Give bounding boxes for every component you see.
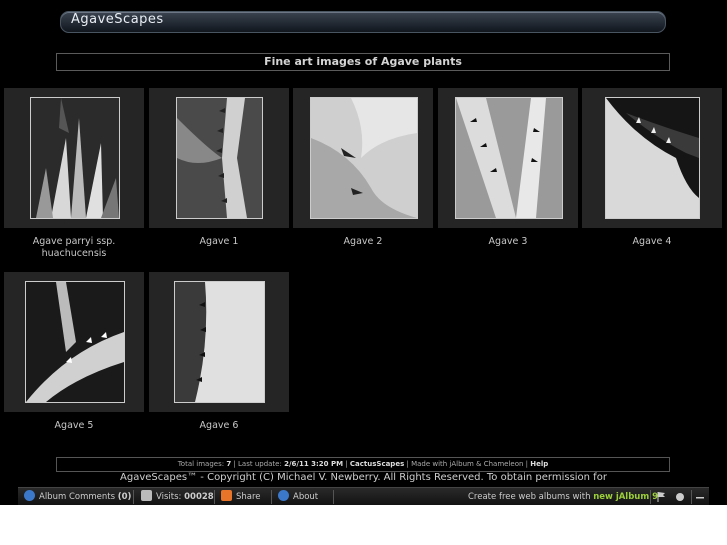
- thumbnail-image: [455, 97, 563, 219]
- thumbnail-image: [176, 97, 263, 219]
- stats-total-value: 7: [226, 460, 232, 468]
- thumbnail-image: [30, 97, 120, 219]
- comment-icon: [24, 490, 35, 501]
- flag-icon[interactable]: [656, 488, 668, 506]
- comments-label: Album Comments: [39, 492, 116, 502]
- stats-made-with[interactable]: Made with jAlbum & Chameleon: [411, 460, 523, 468]
- copyright-text: AgaveScapes™ - Copyright (C) Michael V. …: [120, 472, 607, 483]
- gallery-caption[interactable]: Agave 5: [4, 420, 144, 432]
- bottom-toolbar: Album Comments (0) Visits: 00028 Share A…: [18, 487, 709, 506]
- comments-count: (0): [117, 492, 132, 502]
- gallery-caption[interactable]: Agave 4: [582, 236, 722, 248]
- gallery-thumb-agave-5[interactable]: [4, 272, 144, 412]
- page-subtitle: Fine art images of Agave plants: [56, 53, 670, 71]
- share-label: Share: [236, 492, 261, 502]
- gallery-thumb-agave-6[interactable]: [149, 272, 289, 412]
- gallery-caption[interactable]: Agave 2: [293, 236, 433, 248]
- promo-text: Create free web albums with: [468, 492, 591, 502]
- share-icon: [221, 490, 232, 501]
- gallery-caption[interactable]: Agave 3: [438, 236, 578, 248]
- stats-help-link[interactable]: Help: [530, 460, 548, 468]
- gallery-caption[interactable]: Agave 6: [149, 420, 289, 432]
- gallery-thumb-agave-2[interactable]: [293, 88, 433, 228]
- gallery-caption[interactable]: Agave parryi ssp. huachucensis: [4, 236, 144, 260]
- stats-total-label: Total images:: [177, 460, 225, 468]
- site-title[interactable]: AgaveScapes: [71, 12, 164, 28]
- album-comments-button[interactable]: Album Comments (0): [24, 488, 131, 506]
- gallery-thumb-agave-3[interactable]: [438, 88, 578, 228]
- about-button[interactable]: About: [278, 488, 318, 506]
- jalbum-promo[interactable]: Create free web albums with new jAlbum 9: [468, 488, 658, 506]
- gallery-thumb-agave-4[interactable]: [582, 88, 722, 228]
- minimize-icon[interactable]: [695, 488, 707, 506]
- gallery-thumb-agave-1[interactable]: [149, 88, 289, 228]
- gallery-thumb-agave-parryi[interactable]: [4, 88, 144, 228]
- share-button[interactable]: Share: [221, 488, 261, 506]
- album-stats: Total images: 7 | Last update: 2/6/11 3:…: [56, 457, 670, 472]
- thumbnail-image: [174, 281, 265, 403]
- thumbnail-image: [605, 97, 700, 219]
- about-label: About: [293, 492, 319, 502]
- cloud-icon[interactable]: [674, 488, 688, 506]
- visits-count: 00028: [184, 492, 214, 502]
- page-bottom-area: [0, 505, 727, 545]
- stats-link-cactusscapes[interactable]: CactusScapes: [350, 460, 404, 468]
- gallery-caption[interactable]: Agave 1: [149, 236, 289, 248]
- info-icon: [278, 490, 289, 501]
- stats-update-value: 2/6/11 3:20 PM: [284, 460, 344, 468]
- site-title-bar: AgaveScapes: [60, 11, 666, 33]
- stats-update-label: Last update:: [238, 460, 282, 468]
- visits-counter: Visits: 00028: [141, 488, 214, 506]
- thumbnail-image: [25, 281, 125, 403]
- promo-link[interactable]: new jAlbum 9: [593, 492, 658, 502]
- visits-label: Visits:: [156, 492, 182, 502]
- thumbnail-image: [310, 97, 418, 219]
- counter-icon: [141, 490, 152, 501]
